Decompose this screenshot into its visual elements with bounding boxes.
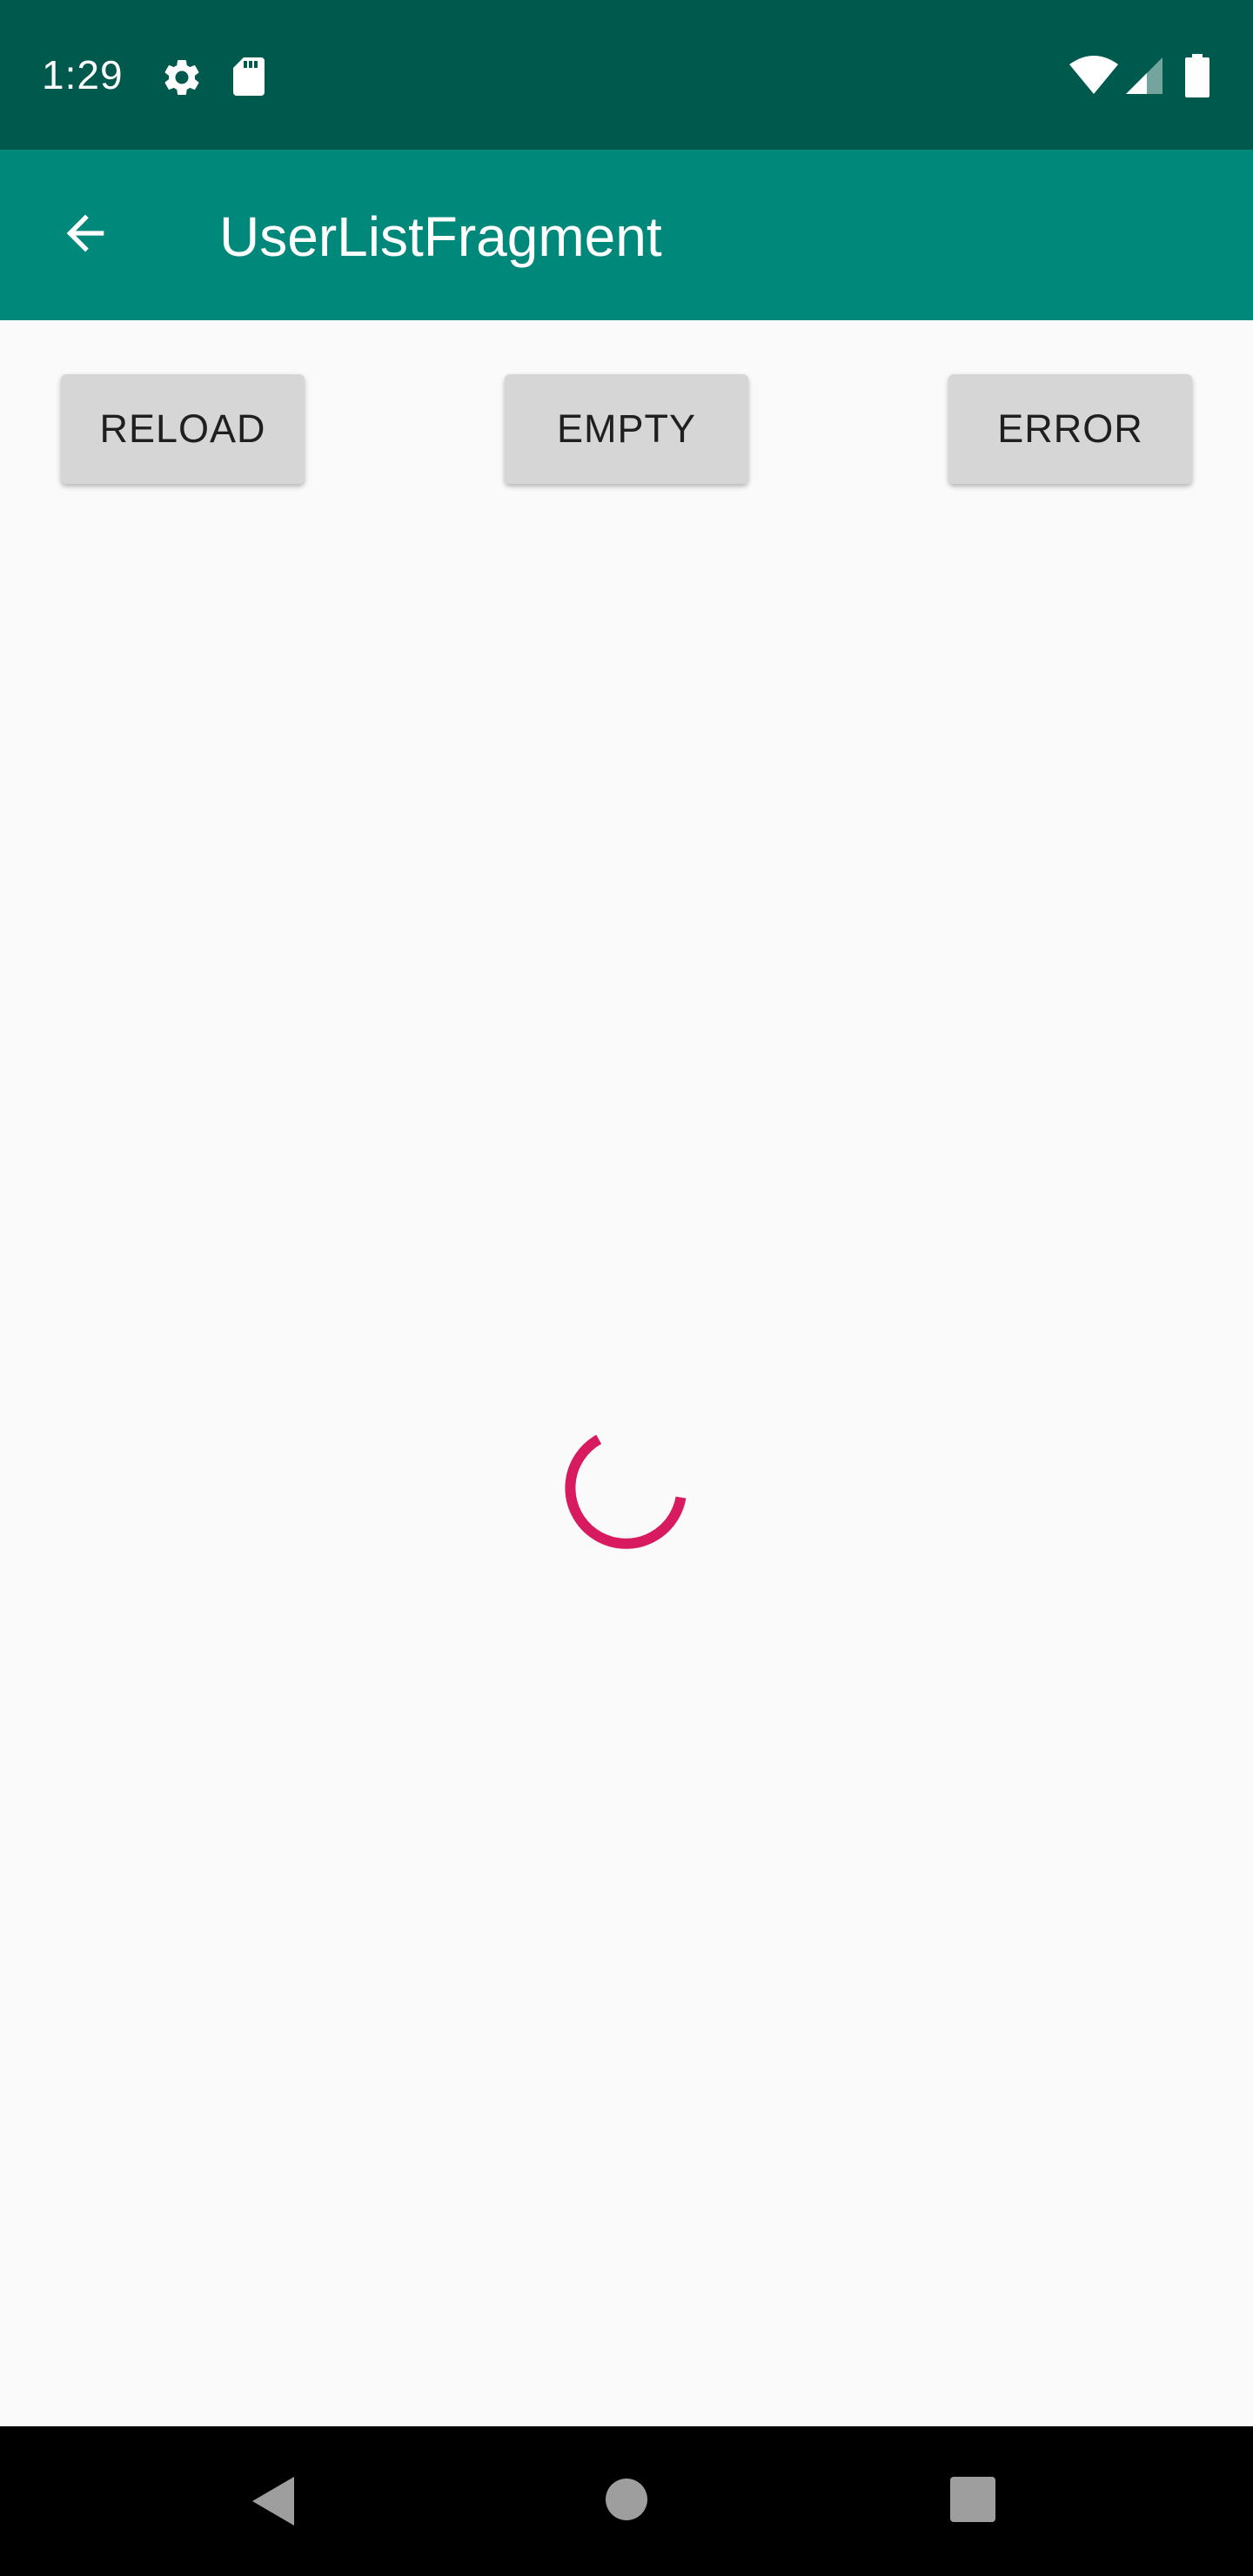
nav-home-icon[interactable] [600,2473,653,2526]
status-bar: 1:29 [0,0,1253,150]
page-title: UserListFragment [219,205,662,268]
arrow-left-icon [66,214,104,252]
empty-button[interactable]: EMPTY [505,374,748,484]
wifi-icon [1069,56,1118,94]
sd-card-icon [233,57,265,96]
content-area: RELOAD EMPTY ERROR [0,320,1253,2426]
navigation-bar [0,2426,1253,2576]
signal-icon [1126,57,1163,94]
nav-back-icon[interactable] [245,2473,301,2529]
loading-spinner [565,1434,687,1549]
reload-button[interactable]: RELOAD [61,374,305,484]
error-button[interactable]: ERROR [948,374,1192,484]
battery-icon [1185,54,1209,97]
app-bar: UserListFragment [0,150,1253,320]
back-button[interactable] [42,190,129,277]
gear-icon [164,59,199,95]
status-time: 1:29 [42,52,124,97]
progress-arc [565,1434,687,1549]
nav-recents-icon[interactable] [948,2475,997,2524]
